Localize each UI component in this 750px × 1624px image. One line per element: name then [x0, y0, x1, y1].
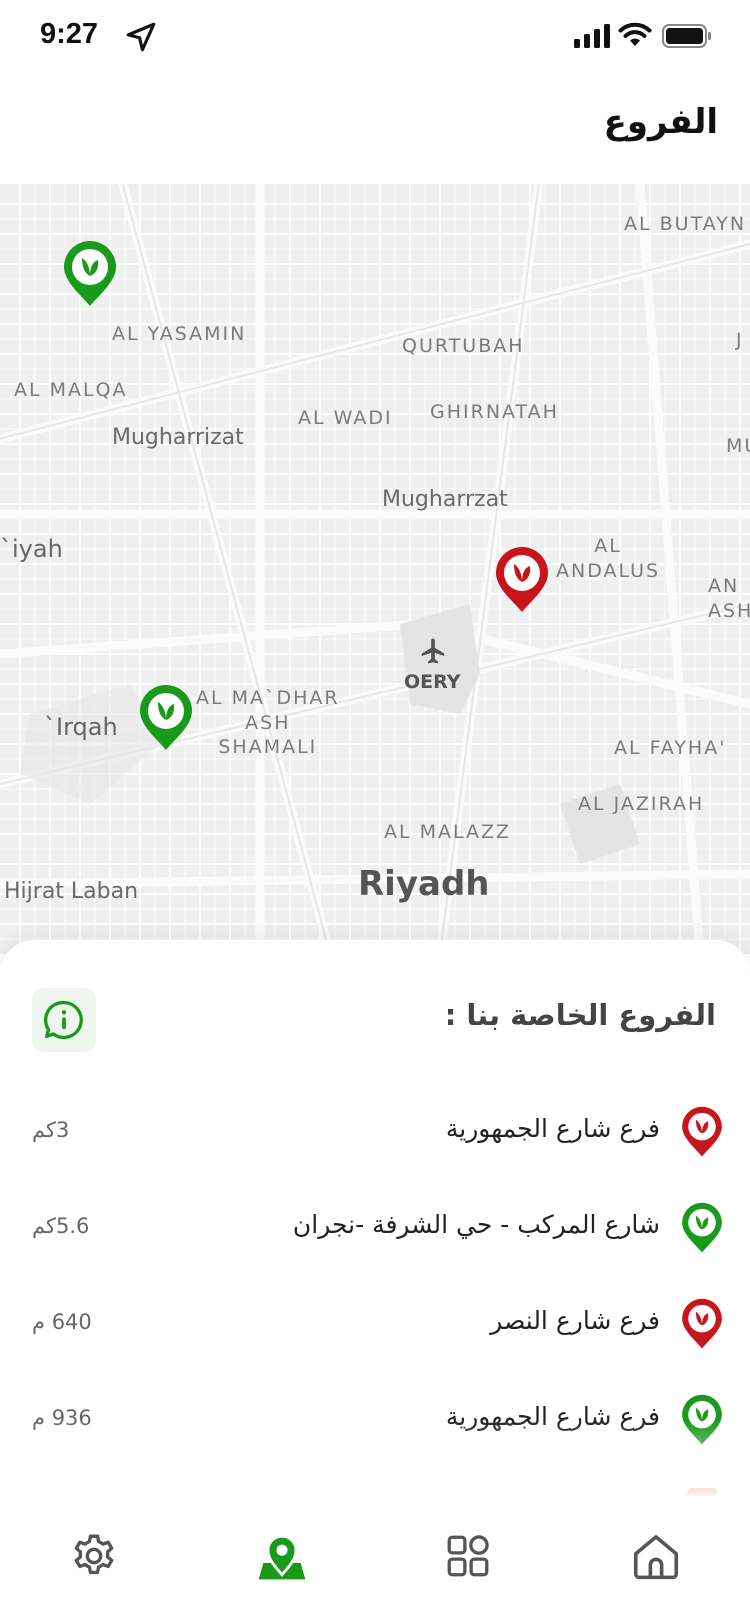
tab-home[interactable]	[616, 1516, 696, 1596]
branch-distance: 5.6كم	[32, 1214, 90, 1238]
map-label-al-wadi: AL WADI	[298, 407, 393, 429]
tab-settings[interactable]	[54, 1516, 134, 1596]
map-pin-red[interactable]	[494, 546, 550, 614]
grid-icon	[447, 1535, 489, 1577]
branch-row[interactable]: شارع المركب - حي الشرفة -نجران 5.6كم	[0, 1180, 750, 1276]
map-label-al-madhar-text: AL MA`DHAR ASH SHAMALI	[196, 687, 340, 759]
signal-icon	[574, 24, 610, 48]
page-title: الفروع	[603, 102, 718, 142]
wifi-icon	[618, 22, 652, 46]
branch-row[interactable]: فرع شارع الجمهورية 3كم	[0, 1084, 750, 1180]
map-label-al-yasamin: AL YASAMIN	[112, 323, 247, 345]
map-label-al-malqa: AL MALQA	[14, 379, 128, 401]
map-label-qurtubah: QURTUBAH	[402, 335, 525, 357]
map-label-al-jazirah: AL JAZIRAH	[578, 793, 705, 815]
tab-branches[interactable]	[242, 1516, 322, 1596]
branch-pin-green-icon	[682, 1202, 722, 1253]
map-label-al-andalus: AL ANDALUS	[556, 534, 660, 583]
gear-icon	[74, 1534, 114, 1575]
list-fade	[0, 1420, 750, 1500]
map-label-mugharrizat: Mugharrizat	[112, 425, 244, 450]
airport-icon	[421, 638, 445, 664]
map-label-mugharrzat: Mugharrzat	[382, 487, 508, 512]
map-pin-green-1[interactable]	[62, 240, 118, 308]
map-label-edge-mu: MU	[726, 435, 750, 457]
branch-name: فرع شارع النصر	[490, 1306, 660, 1335]
branch-pin-red-icon	[682, 1106, 722, 1157]
branch-name: شارع المركب - حي الشرفة -نجران	[292, 1210, 660, 1239]
map-label-al-fayha: AL FAYHA'	[614, 737, 727, 759]
map-label-edge-j: J	[736, 329, 744, 351]
branch-distance: 640 م	[32, 1310, 92, 1334]
branch-name: فرع شارع الجمهورية	[445, 1114, 660, 1143]
branch-pin-red-icon	[682, 1298, 722, 1349]
info-chat-icon	[43, 1000, 83, 1040]
battery-icon	[662, 24, 711, 48]
map-pin-green-2[interactable]	[138, 684, 194, 752]
header: الفروع	[0, 72, 750, 182]
branches-list-title: الفروع الخاصة بنا :	[444, 998, 716, 1032]
map-label-irqah: `Irqah	[44, 713, 118, 741]
tab-categories[interactable]	[428, 1516, 508, 1596]
map-label-iyah: `iyah	[0, 535, 63, 563]
status-bar: 9:27	[0, 0, 750, 72]
branch-distance: 3كم	[32, 1118, 70, 1142]
branches-map[interactable]: AL BUTAYN J AL YASAMIN QURTUBAH AL MALQA…	[0, 184, 750, 954]
map-label-an-ash-text: AN ASH	[708, 575, 750, 622]
home-icon	[633, 1535, 679, 1580]
info-button[interactable]	[32, 988, 96, 1052]
map-label-ghirnatah: GHIRNATAH	[430, 401, 559, 423]
map-label-al-malazz: AL MALAZZ	[384, 821, 512, 843]
status-time: 9:27	[40, 18, 99, 50]
map-label-oery: OERY	[404, 671, 461, 693]
map-label-hijrat-laban: Hijrat Laban	[4, 879, 139, 904]
map-label-an-ash: AN ASH	[708, 574, 750, 623]
branch-row[interactable]: فرع شارع النصر 640 م	[0, 1276, 750, 1372]
map-label-al-butayn: AL BUTAYN	[624, 213, 747, 235]
location-arrow-icon	[126, 22, 156, 52]
map-label-al-madhar: AL MA`DHAR ASH SHAMALI	[196, 686, 340, 760]
tab-bar	[0, 1496, 750, 1624]
map-label-riyadh: Riyadh	[358, 864, 490, 904]
map-label-al-andalus-text: AL ANDALUS	[556, 535, 661, 582]
location-icon	[258, 1534, 306, 1580]
